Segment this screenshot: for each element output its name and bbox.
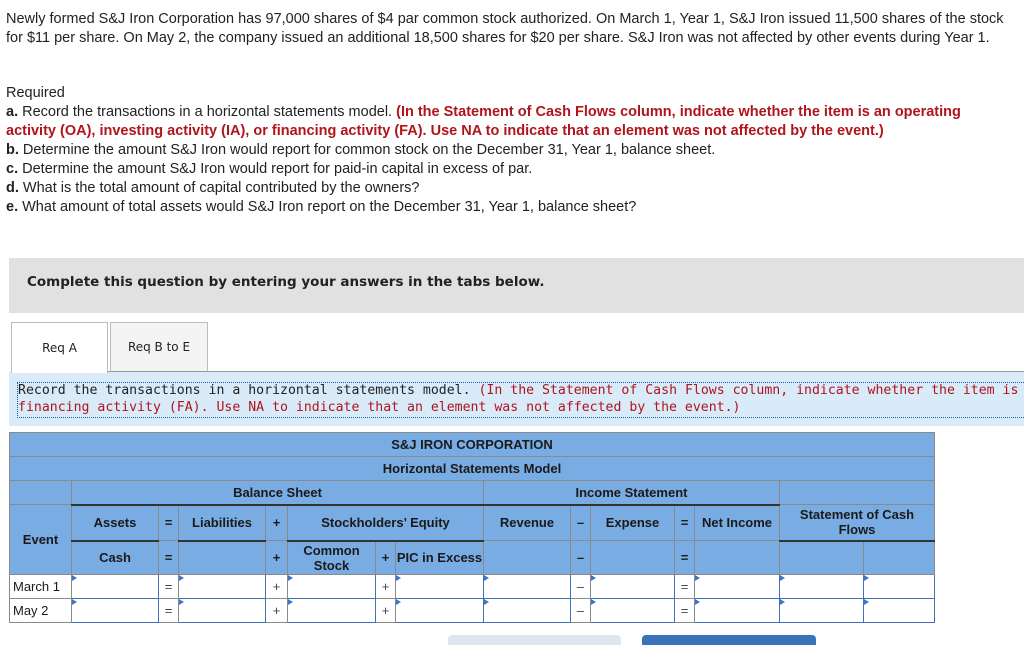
blank-header-cf — [779, 480, 935, 505]
pic-input[interactable] — [395, 574, 484, 599]
requirement-b: b. Determine the amount S&J Iron would r… — [6, 141, 1006, 160]
plus-op: + — [265, 574, 288, 599]
requirement-text: What is the total amount of capital cont… — [22, 180, 420, 196]
cash-input[interactable] — [71, 574, 159, 599]
problem-intro: Newly formed S&J Iron Corporation has 97… — [6, 11, 1004, 46]
plus-op: + — [375, 540, 396, 575]
net-income-input[interactable] — [694, 598, 780, 623]
equals-op: = — [674, 504, 695, 541]
horizontal-statements-table: S&J IRON CORPORATION Horizontal Statemen… — [9, 432, 935, 623]
prev-tab-button[interactable] — [448, 635, 621, 645]
tab-req-a[interactable]: Req A — [11, 322, 108, 373]
next-tab-button[interactable] — [642, 635, 816, 645]
income-statement-header: Income Statement — [483, 480, 780, 506]
expense-subheader — [590, 540, 675, 575]
requirement-letter: c. — [6, 161, 19, 177]
liabilities-input[interactable] — [178, 574, 266, 599]
equals-op: = — [674, 574, 695, 599]
instruction-note-line1: (In the Statement of Cash Flows column, … — [478, 383, 1024, 398]
expense-input[interactable] — [590, 598, 675, 623]
common-stock-header: Common Stock — [287, 540, 376, 575]
pic-in-excess-header: PIC in Excess — [395, 540, 484, 575]
revenue-header: Revenue — [483, 504, 571, 541]
plus-op: + — [265, 598, 288, 623]
minus-op: – — [570, 540, 591, 575]
plus-op: + — [375, 598, 396, 623]
requirement-letter: e. — [6, 199, 19, 215]
plus-op: + — [375, 574, 396, 599]
requirement-text: Determine the amount S&J Iron would repo… — [22, 142, 716, 158]
table-row: March 1 = + + – = — [9, 574, 935, 599]
balance-sheet-header: Balance Sheet — [71, 480, 484, 506]
requirement-text: Determine the amount S&J Iron would repo… — [22, 161, 533, 177]
instruction-main: Record the transactions in a horizontal … — [18, 383, 471, 398]
requirement-letter: d. — [6, 180, 19, 196]
requirement-c: c. Determine the amount S&J Iron would r… — [6, 160, 1006, 179]
net-income-subheader — [694, 540, 780, 575]
net-income-input[interactable] — [694, 574, 780, 599]
requirements: Required a. Record the transactions in a… — [6, 84, 1006, 217]
revenue-input[interactable] — [483, 598, 571, 623]
banner-text: Complete this question by entering your … — [27, 274, 545, 290]
cf-amount-input[interactable] — [779, 574, 864, 599]
cf-activity-subheader — [863, 540, 935, 575]
required-heading: Required — [6, 85, 65, 101]
equals-op: = — [674, 598, 695, 623]
equals-op: = — [158, 598, 179, 623]
instruction-note-line2: financing activity (FA). Use NA to indic… — [18, 399, 741, 415]
tab-req-b-to-e[interactable]: Req B to E — [110, 322, 208, 372]
assets-header: Assets — [71, 504, 159, 542]
table-row: May 2 = + + – = — [9, 598, 935, 623]
event-cell: May 2 — [9, 598, 72, 623]
plus-op: + — [265, 540, 288, 575]
stockholders-equity-header: Stockholders’ Equity — [287, 504, 484, 542]
table-title: Horizontal Statements Model — [9, 456, 935, 481]
requirement-d: d. What is the total amount of capital c… — [6, 179, 1006, 198]
cf-amount-input[interactable] — [779, 598, 864, 623]
equals-op: = — [674, 540, 695, 575]
instructions-banner: Complete this question by entering your … — [9, 258, 1024, 313]
requirement-letter: a. — [6, 104, 19, 120]
revenue-subheader — [483, 540, 571, 575]
minus-op: – — [570, 598, 591, 623]
requirement-text: Record the transactions in a horizontal … — [22, 104, 393, 120]
expense-header: Expense — [590, 504, 675, 541]
event-header: Event — [9, 504, 72, 575]
liabilities-header: Liabilities — [178, 504, 266, 542]
equals-op: = — [158, 540, 179, 575]
pic-input[interactable] — [395, 598, 484, 623]
expense-input[interactable] — [590, 574, 675, 599]
common-stock-input[interactable] — [287, 574, 376, 599]
requirement-a: a. Record the transactions in a horizont… — [6, 103, 1006, 141]
cf-activity-input[interactable] — [863, 574, 935, 599]
cash-header: Cash — [71, 540, 159, 575]
instruction-text: Record the transactions in a horizontal … — [17, 382, 1024, 418]
requirement-e: e. What amount of total assets would S&J… — [6, 198, 1006, 217]
cf-amount-subheader — [779, 540, 864, 575]
revenue-input[interactable] — [483, 574, 571, 599]
requirement-text: What amount of total assets would S&J Ir… — [22, 199, 637, 215]
minus-op: – — [570, 574, 591, 599]
minus-op: – — [570, 504, 591, 541]
company-name: S&J IRON CORPORATION — [9, 432, 935, 457]
equals-op: = — [158, 574, 179, 599]
tab-instruction: Record the transactions in a horizontal … — [9, 372, 1024, 426]
liabilities-input[interactable] — [178, 598, 266, 623]
liabilities-subheader — [178, 540, 266, 575]
equals-op: = — [158, 504, 179, 541]
cash-input[interactable] — [71, 598, 159, 623]
event-cell: March 1 — [9, 574, 72, 599]
blank-header — [9, 480, 72, 505]
common-stock-input[interactable] — [287, 598, 376, 623]
net-income-header: Net Income — [694, 504, 780, 541]
requirement-letter: b. — [6, 142, 19, 158]
cash-flows-header: Statement of Cash Flows — [779, 504, 935, 542]
plus-op: + — [265, 504, 288, 541]
cf-activity-input[interactable] — [863, 598, 935, 623]
